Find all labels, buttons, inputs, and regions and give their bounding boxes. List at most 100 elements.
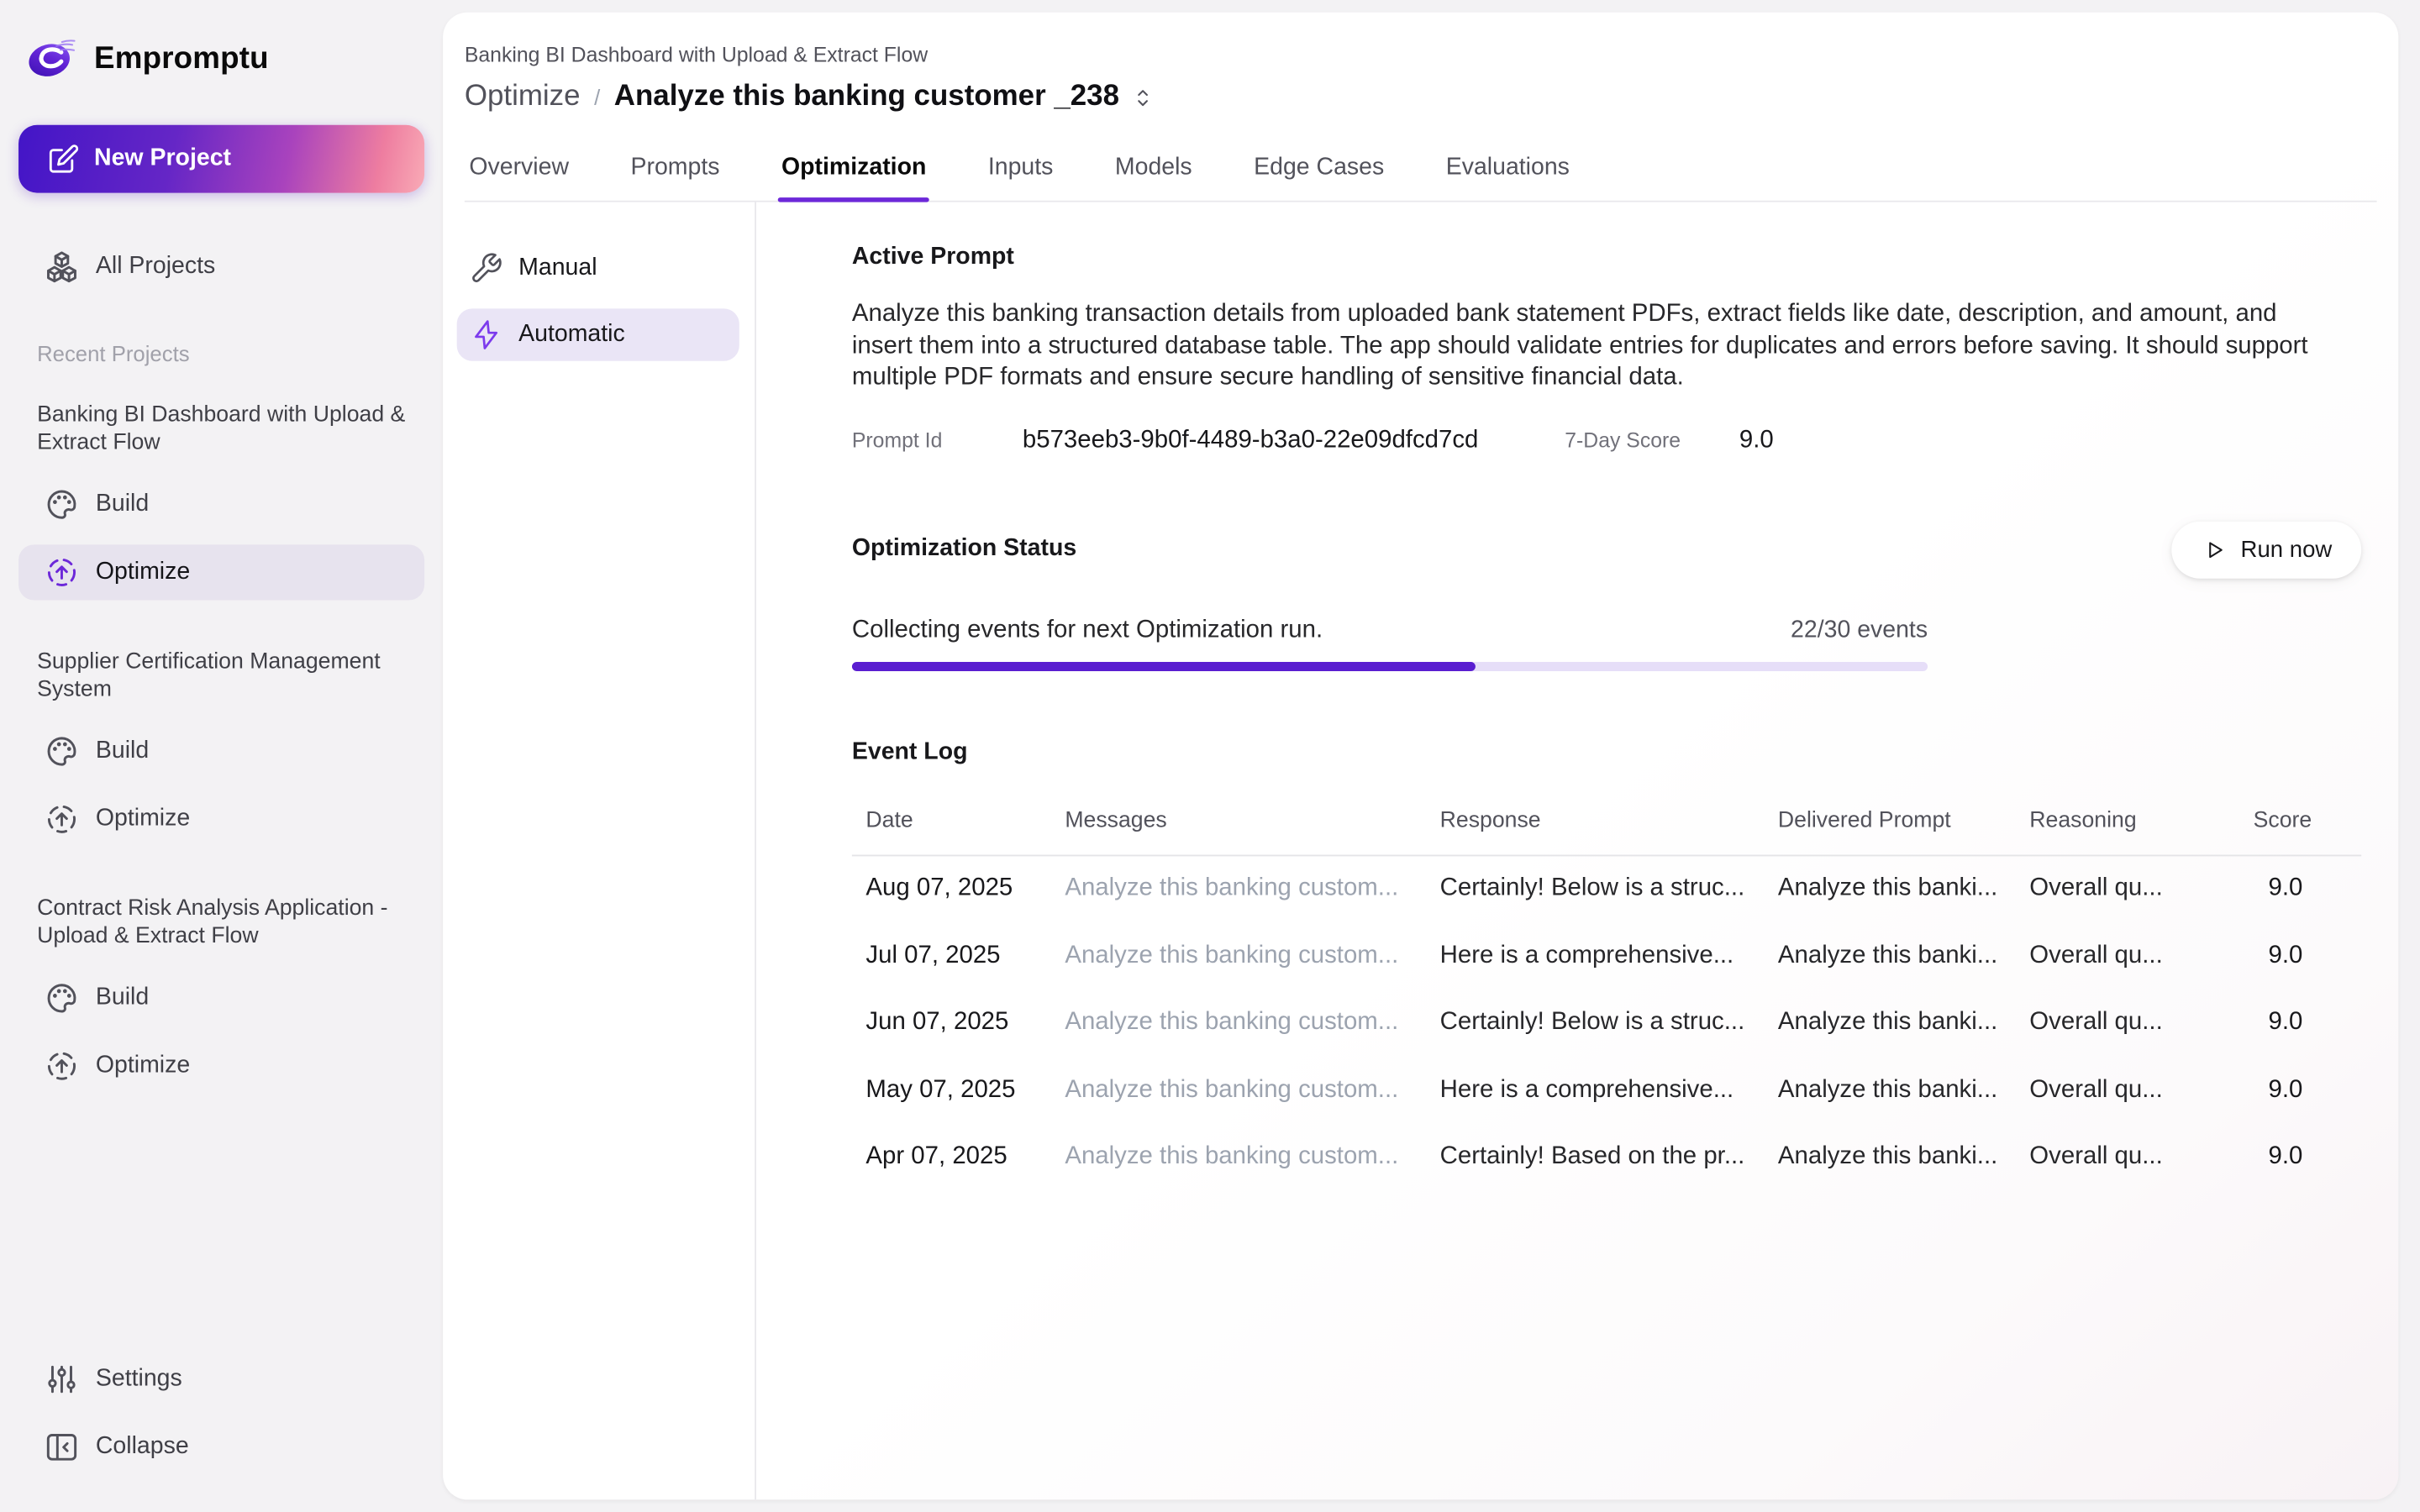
cell-messages: Analyze this banking custom... xyxy=(1065,1010,1439,1037)
table-row[interactable]: Jul 07, 2025 Analyze this banking custom… xyxy=(852,922,2361,990)
palette-icon xyxy=(43,486,80,523)
project-group: Supplier Certification Management System… xyxy=(0,649,443,859)
tab-overview[interactable]: Overview xyxy=(466,145,572,201)
collapse-label: Collapse xyxy=(96,1433,189,1461)
panel-collapse-icon xyxy=(43,1429,80,1466)
brand-logo-icon xyxy=(24,31,81,88)
build-label: Build xyxy=(96,491,149,518)
sidebar: Empromptu New Project All Projects Re xyxy=(0,0,443,1512)
tab-prompts[interactable]: Prompts xyxy=(628,145,723,201)
table-header-row: Date Messages Response Delivered Prompt … xyxy=(852,808,2361,856)
chevrons-up-down-icon[interactable] xyxy=(1130,84,1156,110)
prompt-id-label: Prompt Id xyxy=(852,428,943,452)
status-text: Collecting events for next Optimization … xyxy=(852,617,1323,644)
sidebar-item-build[interactable]: Build xyxy=(18,723,424,779)
settings-label: Settings xyxy=(96,1366,182,1394)
cell-delivered-prompt: Analyze this banki... xyxy=(1778,875,2029,903)
sidebar-item-optimize[interactable]: Optimize xyxy=(18,1038,424,1094)
title-row: Optimize / Analyze this banking customer… xyxy=(465,81,2377,114)
cell-delivered-prompt: Analyze this banki... xyxy=(1778,942,2029,970)
table-row[interactable]: May 07, 2025 Analyze this banking custom… xyxy=(852,1057,2361,1124)
prompt-meta-row: Prompt Id b573eeb3-9b0f-4489-b3a0-22e09d… xyxy=(852,427,2361,454)
sidebar-item-build[interactable]: Build xyxy=(18,477,424,533)
tab-inputs[interactable]: Inputs xyxy=(985,145,1056,201)
cell-messages: Analyze this banking custom... xyxy=(1065,942,1439,970)
optimization-subnav: Manual Automatic xyxy=(443,202,756,1500)
optimize-label: Optimize xyxy=(96,559,190,586)
table-row[interactable]: Aug 07, 2025 Analyze this banking custom… xyxy=(852,855,2361,922)
breadcrumb: Banking BI Dashboard with Upload & Extra… xyxy=(465,43,2377,66)
brand-name: Empromptu xyxy=(94,42,269,77)
subnav-item-automatic[interactable]: Automatic xyxy=(457,308,739,360)
tab-bar: Overview Prompts Optimization Inputs Mod… xyxy=(465,145,2377,202)
cubes-icon xyxy=(43,249,80,286)
table-row[interactable]: Apr 07, 2025 Analyze this banking custom… xyxy=(852,1124,2361,1191)
optimize-label: Optimize xyxy=(96,1053,190,1080)
cell-score: 9.0 xyxy=(2254,1143,2362,1171)
build-label: Build xyxy=(96,738,149,765)
run-now-label: Run now xyxy=(2241,536,2333,562)
project-group: Contract Risk Analysis Application - Upl… xyxy=(0,896,443,1106)
tab-optimization[interactable]: Optimization xyxy=(778,145,929,201)
brand: Empromptu xyxy=(0,0,443,88)
optimization-content: Active Prompt Analyze this banking trans… xyxy=(756,202,2398,1500)
cell-response: Certainly! Based on the pr... xyxy=(1440,1143,1778,1171)
subnav-item-manual[interactable]: Manual xyxy=(457,242,739,294)
seven-day-score-value: 9.0 xyxy=(1739,427,1774,454)
cell-reasoning: Overall qu... xyxy=(2029,942,2253,970)
cell-reasoning: Overall qu... xyxy=(2029,1077,2253,1105)
sidebar-item-build[interactable]: Build xyxy=(18,970,424,1026)
cell-messages: Analyze this banking custom... xyxy=(1065,1143,1439,1171)
optimization-status-header: Optimization Status Run now xyxy=(852,521,2361,578)
lightning-icon xyxy=(469,318,502,351)
seven-day-score-label: 7-Day Score xyxy=(1565,428,1681,452)
cell-reasoning: Overall qu... xyxy=(2029,875,2253,903)
run-now-button[interactable]: Run now xyxy=(2171,521,2361,578)
palette-icon xyxy=(43,979,80,1016)
sidebar-item-all-projects[interactable]: All Projects xyxy=(18,239,424,295)
progress-bar xyxy=(852,661,1928,670)
cell-date: May 07, 2025 xyxy=(852,1077,1065,1105)
tab-evaluations[interactable]: Evaluations xyxy=(1443,145,1573,201)
new-project-button[interactable]: New Project xyxy=(18,125,424,193)
events-count: 22/30 events xyxy=(1791,617,1928,644)
project-name[interactable]: Banking BI Dashboard with Upload & Extra… xyxy=(37,402,406,456)
tab-edge-cases[interactable]: Edge Cases xyxy=(1250,145,1386,201)
sidebar-item-optimize[interactable]: Optimize xyxy=(18,791,424,847)
tab-models[interactable]: Models xyxy=(1112,145,1195,201)
cell-date: Aug 07, 2025 xyxy=(852,875,1065,903)
event-log-table: Date Messages Response Delivered Prompt … xyxy=(852,808,2361,1191)
cell-score: 9.0 xyxy=(2254,1010,2362,1037)
pencil-square-icon xyxy=(45,141,80,176)
col-response: Response xyxy=(1440,808,1778,854)
optimize-icon xyxy=(43,1047,80,1084)
sidebar-item-optimize[interactable]: Optimize xyxy=(18,544,424,600)
main-card: Banking BI Dashboard with Upload & Extra… xyxy=(443,13,2398,1500)
breadcrumb-separator: / xyxy=(594,85,600,109)
play-icon xyxy=(2201,536,2227,562)
project-name[interactable]: Supplier Certification Management System xyxy=(37,649,406,703)
optimize-label: Optimize xyxy=(96,806,190,833)
all-projects-label: All Projects xyxy=(96,253,215,281)
cell-date: Jul 07, 2025 xyxy=(852,942,1065,970)
card-body: Manual Automatic Active Prompt Analyze t… xyxy=(443,202,2398,1500)
palette-icon xyxy=(43,732,80,769)
manual-label: Manual xyxy=(518,255,597,282)
cell-response: Certainly! Below is a struc... xyxy=(1440,875,1778,903)
table-body: Aug 07, 2025 Analyze this banking custom… xyxy=(852,855,2361,1190)
project-group: Banking BI Dashboard with Upload & Extra… xyxy=(0,402,443,612)
optimize-icon xyxy=(43,554,80,591)
page-title: Analyze this banking customer _238 xyxy=(614,81,1119,114)
breadcrumb-section-optimize[interactable]: Optimize xyxy=(465,81,581,114)
cell-messages: Analyze this banking custom... xyxy=(1065,1077,1439,1105)
table-row[interactable]: Jun 07, 2025 Analyze this banking custom… xyxy=(852,990,2361,1057)
cell-date: Apr 07, 2025 xyxy=(852,1143,1065,1171)
sidebar-item-settings[interactable]: Settings xyxy=(18,1352,424,1407)
prompt-id-value: b573eeb3-9b0f-4489-b3a0-22e09dfcd7cd xyxy=(1023,427,1478,454)
project-name[interactable]: Contract Risk Analysis Application - Upl… xyxy=(37,896,406,950)
col-date: Date xyxy=(852,808,1065,854)
col-messages: Messages xyxy=(1065,808,1439,854)
cell-response: Here is a comprehensive... xyxy=(1440,1077,1778,1105)
sidebar-item-collapse[interactable]: Collapse xyxy=(18,1420,424,1475)
cell-response: Certainly! Below is a struc... xyxy=(1440,1010,1778,1037)
